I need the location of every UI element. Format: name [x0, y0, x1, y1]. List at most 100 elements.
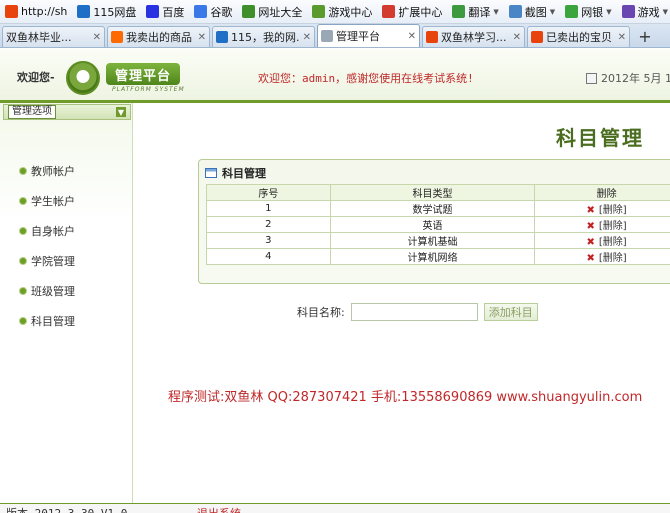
delete-x-icon[interactable]: ✖	[587, 253, 595, 264]
browser-tab[interactable]: 我卖出的商品 ✕	[107, 26, 210, 47]
tab-label: 我卖出的商品	[126, 31, 192, 44]
sidebar-item[interactable]: 教师帐户	[20, 163, 75, 179]
bookmark-label: 扩展中心	[398, 5, 443, 19]
bookmark-label: 网银	[581, 5, 604, 19]
collapse-arrow-icon[interactable]: ▼	[116, 107, 126, 117]
bookmark-bar: http://sh 115网盘 百度 谷歌 网址大全 游戏中心 扩展中心 翻译 ▼ 截图 ▼ 网银 ▼ 游…	[0, 0, 670, 24]
tab-label: 115，我的网...	[231, 31, 300, 44]
row-subject: 计算机网络	[329, 248, 536, 265]
date-text: 2012年 5月 16	[601, 72, 670, 85]
taobao-icon	[111, 31, 123, 43]
extension-icon	[382, 5, 396, 18]
delete-x-icon[interactable]: ✖	[587, 237, 595, 248]
sidebar-item[interactable]: 学生帐户	[20, 193, 75, 209]
dropdown-arrow-icon[interactable]: ▼	[663, 8, 668, 16]
bookmark-label: 115网盘	[93, 5, 137, 19]
bookmark-baidu[interactable]: 百度	[141, 0, 189, 23]
row-delete-cell: ✖ [删除]	[534, 216, 670, 233]
browser-tab[interactable]: 双鱼林毕业... ✕	[2, 26, 105, 47]
bookmark-115[interactable]: 115网盘	[72, 0, 141, 23]
dropdown-arrow-icon[interactable]: ▼	[493, 8, 498, 16]
table-row: 2 英语 ✖ [删除]	[206, 216, 670, 233]
sidebar-item[interactable]: 自身帐户	[20, 223, 75, 239]
bookmark-label: 截图	[524, 5, 547, 19]
delete-link[interactable]: [删除]	[599, 253, 627, 264]
sidebar-item-label: 科目管理	[31, 315, 75, 328]
bookmark-label: 网址大全	[258, 5, 303, 19]
close-icon[interactable]: ✕	[303, 32, 311, 43]
web-directory-icon	[242, 5, 256, 18]
subject-table: 序号 科目类型 删除 1 数学试题 ✖ [删除] 2 英语 ✖ [删除] 3 计算机基础 ✖ [删除]…	[206, 184, 670, 265]
table-row: 4 计算机网络 ✖ [删除]	[206, 248, 670, 265]
google-icon	[194, 5, 208, 18]
close-icon[interactable]: ✕	[408, 31, 416, 42]
bookmark-translate[interactable]: 翻译 ▼	[447, 0, 503, 23]
scissors-icon	[508, 5, 522, 18]
sidebar-item[interactable]: 科目管理	[20, 313, 75, 329]
sidebar-item[interactable]: 班级管理	[20, 283, 75, 299]
welcome-message: 欢迎您：admin，感谢您使用在线考试系统!	[258, 72, 474, 85]
table-row: 1 数学试题 ✖ [删除]	[206, 200, 670, 217]
bookmark-label: 谷歌	[210, 5, 233, 19]
sidebar-item-label: 教师帐户	[31, 165, 75, 178]
subject-name-label: 科目名称:	[297, 306, 345, 319]
welcome-label: 欢迎您-	[17, 71, 55, 84]
tab-label: 管理平台	[336, 30, 380, 43]
logo-icon	[66, 61, 100, 95]
subject-name-input[interactable]	[350, 303, 478, 321]
gamepad-icon	[621, 5, 635, 18]
115-icon	[77, 5, 91, 18]
sidebar: 管理选项 ▼ 教师帐户学生帐户自身帐户学院管理班级管理科目管理	[0, 103, 133, 503]
sidebar-title-label: 管理选项	[8, 105, 56, 119]
115-icon	[216, 31, 228, 43]
delete-link[interactable]: [删除]	[599, 205, 627, 216]
page-icon	[321, 30, 333, 42]
row-id: 4	[206, 248, 331, 265]
close-icon[interactable]: ✕	[618, 32, 626, 43]
bookmark-bank[interactable]: 网银 ▼	[560, 0, 616, 23]
add-subject-button[interactable]: 添加科目	[483, 303, 538, 321]
logout-link[interactable]: 退出系统	[197, 505, 241, 513]
row-subject: 数学试题	[329, 200, 536, 217]
bookmark-gamepad[interactable]: 游戏 ▼	[617, 0, 670, 23]
bullet-icon	[20, 288, 26, 294]
row-subject: 计算机基础	[329, 232, 536, 249]
bookmark-scissors[interactable]: 截图 ▼	[504, 0, 560, 23]
close-icon[interactable]: ✕	[513, 32, 521, 43]
date-display: 2012年 5月 16	[586, 70, 670, 86]
bookmark-game-center[interactable]: 游戏中心	[307, 0, 377, 23]
table-header-row: 序号 科目类型 删除	[206, 184, 670, 201]
delete-x-icon[interactable]: ✖	[587, 221, 595, 232]
bank-icon	[565, 5, 579, 18]
dropdown-arrow-icon[interactable]: ▼	[606, 8, 611, 16]
column-header-subject: 科目类型	[329, 184, 536, 201]
bookmark-extension[interactable]: 扩展中心	[377, 0, 447, 23]
delete-x-icon[interactable]: ✖	[587, 205, 595, 216]
browser-tab[interactable]: 双鱼林学习... ✕	[422, 26, 525, 47]
status-bar: 版本 2012-3-30 V1.0 退出系统	[0, 503, 670, 513]
bullet-icon	[20, 228, 26, 234]
browser-tab[interactable]: 管理平台 ✕	[317, 24, 420, 47]
delete-link[interactable]: [删除]	[599, 237, 627, 248]
close-icon[interactable]: ✕	[93, 32, 101, 43]
new-tab-icon[interactable]: +	[634, 26, 656, 47]
bookmark-google[interactable]: 谷歌	[189, 0, 237, 23]
page-title: 科目管理	[556, 126, 644, 150]
dropdown-arrow-icon[interactable]: ▼	[550, 8, 555, 16]
sidebar-item[interactable]: 学院管理	[20, 253, 75, 269]
bookmark-label: 游戏	[637, 5, 660, 19]
version-text: 版本 2012-3-30 V1.0	[6, 505, 127, 513]
delete-link[interactable]: [删除]	[599, 221, 627, 232]
calendar-icon	[586, 72, 597, 84]
close-icon[interactable]: ✕	[198, 32, 206, 43]
browser-tab[interactable]: 已卖出的宝贝 ✕	[527, 26, 630, 47]
contact-note: 程序测试:双鱼林 QQ:287307421 手机:13558690869 www…	[168, 390, 643, 405]
browser-tab[interactable]: 115，我的网... ✕	[212, 26, 315, 47]
sidebar-title: 管理选项 ▼	[3, 104, 131, 120]
row-delete-cell: ✖ [删除]	[534, 232, 670, 249]
bookmark-web-directory[interactable]: 网址大全	[237, 0, 307, 23]
opera-icon	[5, 5, 18, 18]
bookmark-opera[interactable]: http://sh	[0, 0, 72, 23]
row-id: 3	[206, 232, 331, 249]
bookmark-label: 百度	[162, 5, 185, 19]
